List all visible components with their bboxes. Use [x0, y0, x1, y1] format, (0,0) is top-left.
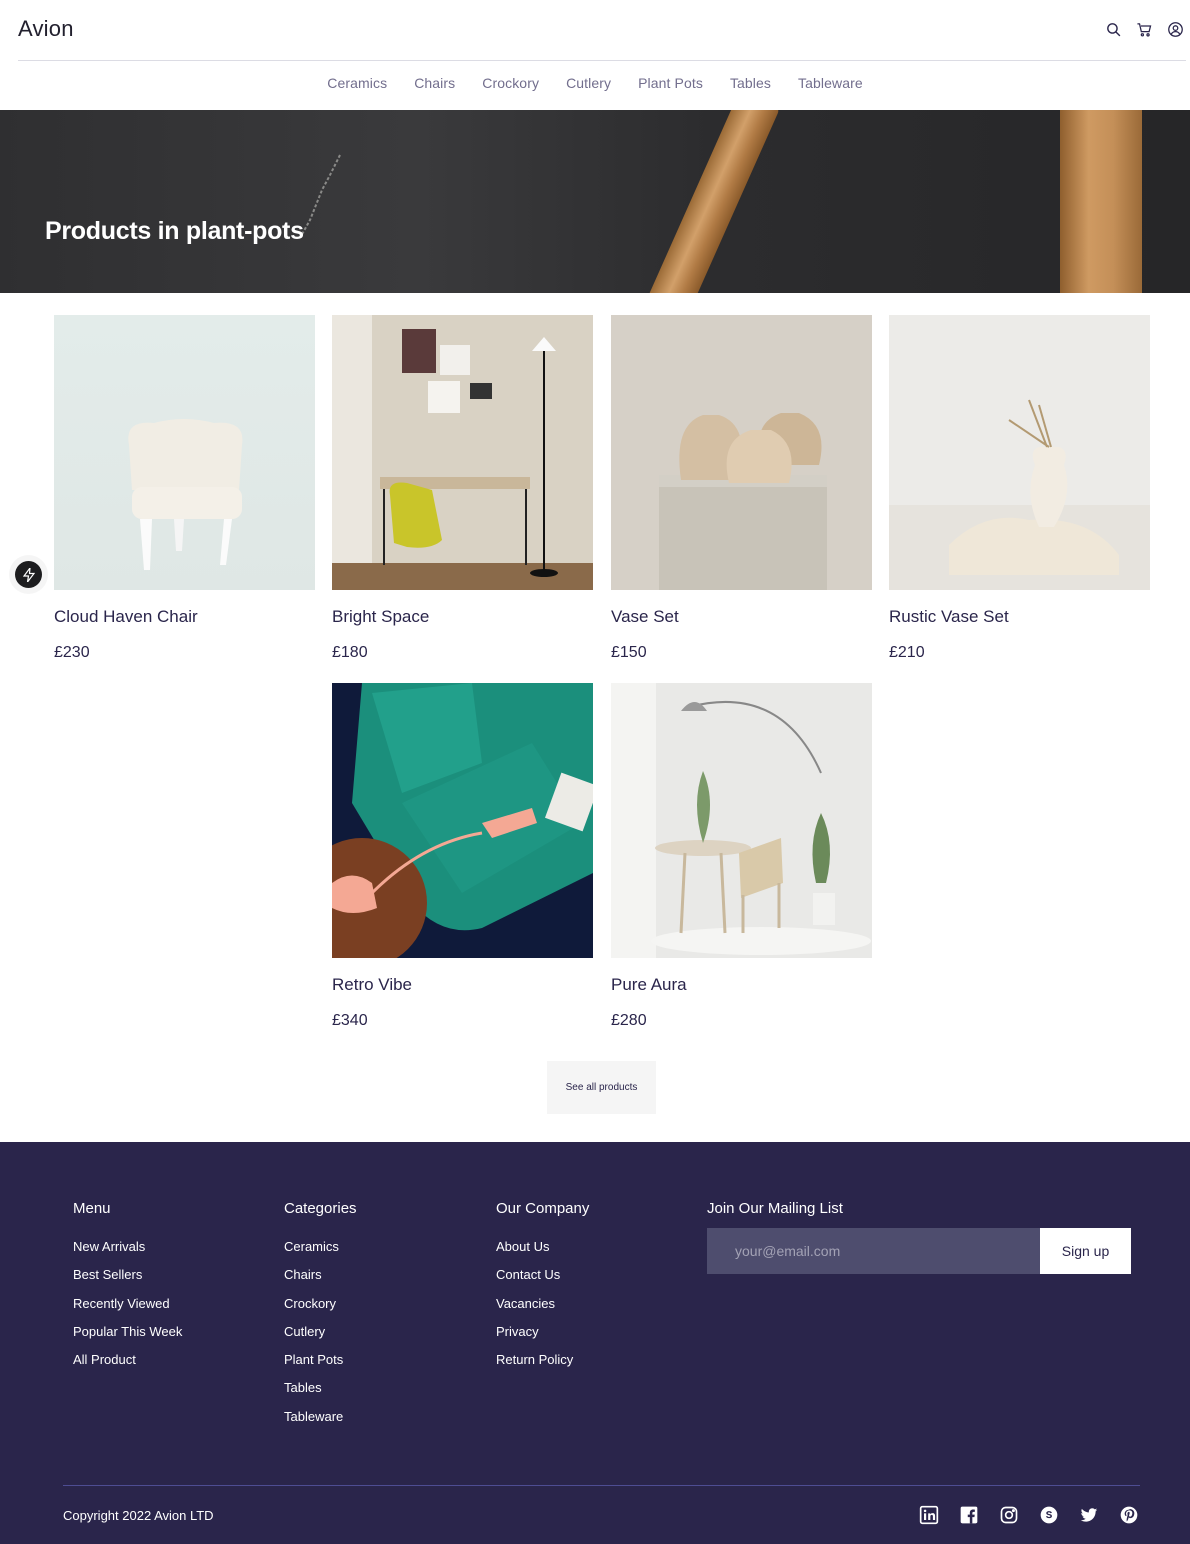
- product-name[interactable]: Retro Vibe: [332, 975, 412, 995]
- floating-action-button[interactable]: [15, 561, 42, 588]
- footer-link[interactable]: Popular This Week: [73, 1324, 182, 1352]
- instagram-icon[interactable]: [999, 1505, 1019, 1525]
- footer-column-title: Categories: [284, 1200, 357, 1217]
- footer-link[interactable]: Privacy: [496, 1324, 589, 1352]
- social-links: [919, 1505, 1139, 1525]
- footer-link[interactable]: About Us: [496, 1239, 589, 1267]
- copyright-text: Copyright 2022 Avion LTD: [63, 1508, 214, 1523]
- footer-link[interactable]: Chairs: [284, 1267, 357, 1295]
- skype-icon[interactable]: [1039, 1505, 1059, 1525]
- footer-link[interactable]: Cutlery: [284, 1324, 357, 1352]
- footer-link[interactable]: Best Sellers: [73, 1267, 182, 1295]
- cart-icon[interactable]: [1136, 21, 1153, 38]
- product-card[interactable]: Pure Aura £280: [611, 683, 872, 1029]
- footer-link[interactable]: Crockory: [284, 1296, 357, 1324]
- header-icons: [1105, 21, 1184, 38]
- sign-up-button[interactable]: Sign up: [1040, 1228, 1131, 1274]
- pinterest-icon[interactable]: [1119, 1505, 1139, 1525]
- footer-link[interactable]: Ceramics: [284, 1239, 357, 1267]
- footer-link[interactable]: Tables: [284, 1380, 357, 1408]
- footer-link[interactable]: Plant Pots: [284, 1352, 357, 1380]
- product-name[interactable]: Cloud Haven Chair: [54, 607, 198, 627]
- product-image[interactable]: [611, 315, 872, 590]
- search-icon[interactable]: [1105, 21, 1122, 38]
- hero-wood-stick: [1060, 110, 1142, 293]
- footer-menu-column: Menu New Arrivals Best Sellers Recently …: [73, 1200, 182, 1380]
- logo[interactable]: Avion: [18, 16, 74, 42]
- footer-column-title: Our Company: [496, 1200, 590, 1217]
- footer-link[interactable]: Recently Viewed: [73, 1296, 182, 1324]
- footer-link[interactable]: New Arrivals: [73, 1239, 182, 1267]
- product-card[interactable]: Vase Set £150: [611, 315, 872, 661]
- page-title: Products in plant-pots: [45, 217, 304, 245]
- hero-banner: Products in plant-pots: [0, 110, 1190, 293]
- product-price: £210: [889, 644, 925, 661]
- site-header: Avion Ceramics Chairs Crockory Cutlery P…: [0, 0, 1190, 110]
- product-card[interactable]: Bright Space £180: [332, 315, 593, 661]
- nav-item-cutlery[interactable]: Cutlery: [566, 75, 611, 91]
- nav-item-tables[interactable]: Tables: [730, 75, 771, 91]
- product-image[interactable]: [889, 315, 1150, 590]
- footer-column-title: Menu: [73, 1200, 111, 1217]
- footer-divider: [63, 1485, 1140, 1486]
- nav-item-tableware[interactable]: Tableware: [798, 75, 863, 91]
- product-price: £280: [611, 1012, 647, 1029]
- product-price: £180: [332, 644, 368, 661]
- category-nav: Ceramics Chairs Crockory Cutlery Plant P…: [0, 75, 1190, 91]
- product-image[interactable]: [332, 683, 593, 958]
- product-name[interactable]: Bright Space: [332, 607, 429, 627]
- see-all-products-button[interactable]: See all products: [547, 1061, 656, 1114]
- footer-link[interactable]: Tableware: [284, 1409, 357, 1437]
- footer-link[interactable]: Vacancies: [496, 1296, 589, 1324]
- footer-link[interactable]: All Product: [73, 1352, 182, 1380]
- mailing-list-title: Join Our Mailing List: [707, 1200, 843, 1217]
- product-price: £340: [332, 1012, 368, 1029]
- lightning-icon: [22, 567, 35, 582]
- product-image[interactable]: [54, 315, 315, 590]
- site-footer: Menu New Arrivals Best Sellers Recently …: [0, 1142, 1190, 1544]
- user-icon[interactable]: [1167, 21, 1184, 38]
- footer-link[interactable]: Contact Us: [496, 1267, 589, 1295]
- email-field[interactable]: [707, 1228, 1040, 1274]
- product-price: £150: [611, 644, 647, 661]
- nav-item-chairs[interactable]: Chairs: [414, 75, 455, 91]
- twitter-icon[interactable]: [1079, 1505, 1099, 1525]
- nav-item-ceramics[interactable]: Ceramics: [327, 75, 387, 91]
- product-image[interactable]: [332, 315, 593, 590]
- header-divider: [18, 60, 1186, 61]
- hero-wood-stick: [642, 110, 781, 293]
- linkedin-icon[interactable]: [919, 1505, 939, 1525]
- footer-company-column: Our Company About Us Contact Us Vacancie…: [496, 1200, 589, 1380]
- product-price: £230: [54, 644, 90, 661]
- product-name[interactable]: Vase Set: [611, 607, 679, 627]
- product-card[interactable]: Rustic Vase Set £210: [889, 315, 1150, 661]
- footer-categories-column: Categories Ceramics Chairs Crockory Cutl…: [284, 1200, 357, 1437]
- nav-item-plant-pots[interactable]: Plant Pots: [638, 75, 703, 91]
- product-name[interactable]: Pure Aura: [611, 975, 687, 995]
- product-card[interactable]: Cloud Haven Chair £230: [54, 315, 315, 661]
- product-name[interactable]: Rustic Vase Set: [889, 607, 1009, 627]
- footer-link[interactable]: Return Policy: [496, 1352, 589, 1380]
- facebook-icon[interactable]: [959, 1505, 979, 1525]
- nav-item-crockory[interactable]: Crockory: [482, 75, 539, 91]
- product-card[interactable]: Retro Vibe £340: [332, 683, 593, 1029]
- product-image[interactable]: [611, 683, 872, 958]
